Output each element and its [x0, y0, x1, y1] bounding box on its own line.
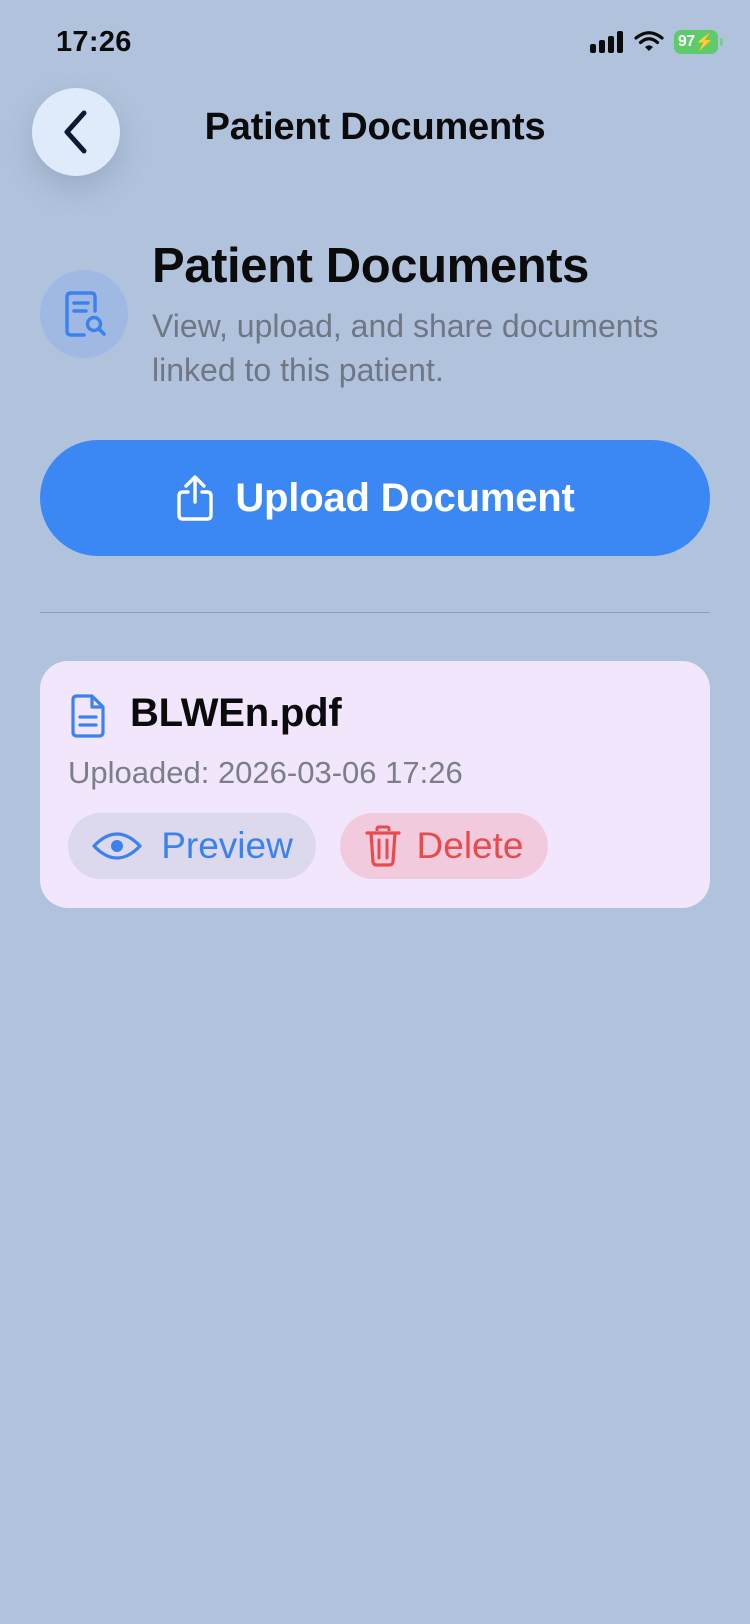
battery-icon: 97 ⚡: [674, 30, 723, 54]
preview-button-label: Preview: [161, 825, 293, 866]
nav-title: Patient Documents: [204, 106, 546, 148]
preview-button[interactable]: Preview: [68, 813, 316, 879]
delete-button[interactable]: Delete: [340, 813, 548, 879]
document-card: BLWEn.pdf Uploaded: 2026-03-06 17:26 Pre…: [40, 661, 710, 908]
document-name[interactable]: BLWEn.pdf: [130, 691, 342, 736]
delete-button-label: Delete: [416, 825, 524, 866]
share-upload-icon: [177, 475, 214, 521]
page-subtitle: View, upload, and share documents linked…: [152, 308, 659, 388]
status-time: 17:26: [56, 26, 132, 58]
document-upload-date: Uploaded: 2026-03-06 17:26: [68, 755, 463, 790]
document-search-icon: [40, 270, 128, 358]
charging-bolt-icon: ⚡: [694, 34, 715, 51]
page-title: Patient Documents: [152, 239, 589, 293]
battery-level: 97: [677, 33, 695, 50]
trash-icon: [364, 825, 401, 867]
upload-document-button[interactable]: Upload Document: [40, 440, 710, 556]
eye-icon: [92, 832, 142, 860]
signal-icon: [590, 31, 623, 53]
divider: [40, 612, 710, 613]
status-bar: 17:26 97 ⚡: [0, 0, 750, 92]
wifi-icon: [634, 31, 664, 51]
status-icons: 97 ⚡: [590, 30, 723, 54]
file-text-icon: [71, 694, 105, 738]
upload-button-label: Upload Document: [235, 475, 575, 520]
